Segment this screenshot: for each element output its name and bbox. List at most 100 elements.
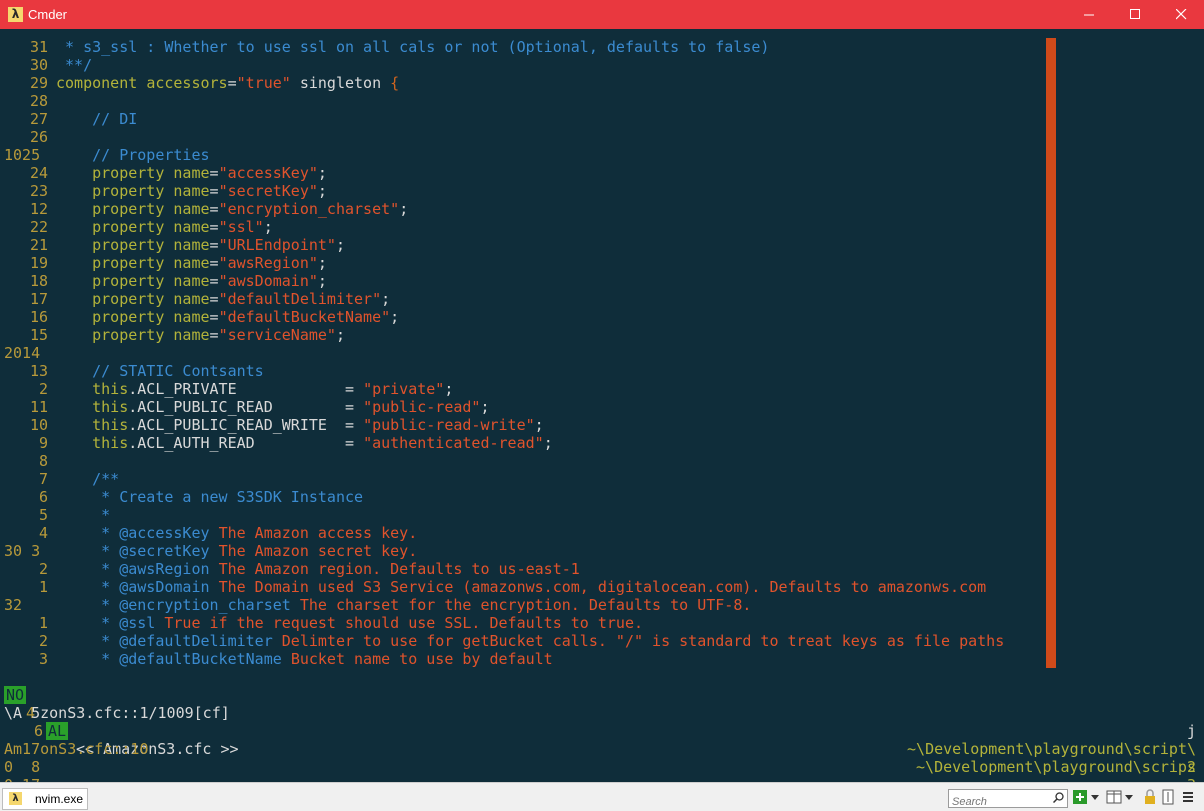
minimize-button[interactable] (1066, 0, 1112, 29)
status-line: NO 4 AL << AmazonS3.cfc >> ~\Development… (0, 668, 1204, 776)
line-number: 13 (29, 362, 48, 380)
code-line: 5 * (0, 506, 1204, 524)
line-number: 29 (29, 74, 48, 92)
line-number: 12 (29, 200, 48, 218)
code-line: 15 property name="serviceName"; (0, 326, 1204, 344)
code-text: * @defaultBucketName Bucket name to use … (56, 650, 553, 668)
code-text: property name="URLEndpoint"; (56, 236, 345, 254)
code-line: 2 * @defaultDelimiter Delimter to use fo… (0, 632, 1204, 650)
search-icon[interactable] (1053, 792, 1064, 803)
code-text: this.ACL_PRIVATE = "private"; (56, 380, 454, 398)
line-number: 1025 (4, 146, 41, 164)
code-text: /** (56, 470, 120, 488)
code-text: * @encryption_charset The charset for th… (56, 596, 752, 614)
scrollbar[interactable] (1046, 38, 1056, 668)
line-number: 31 (29, 38, 48, 56)
code-line: 17 property name="defaultDelimiter"; (0, 290, 1204, 308)
code-line: 19 property name="awsRegion"; (0, 254, 1204, 272)
line-number: 9 (38, 434, 48, 452)
code-text: component accessors="true" singleton { (56, 74, 400, 92)
code-line: 18 property name="awsDomain"; (0, 272, 1204, 290)
maximize-button[interactable] (1112, 0, 1158, 29)
code-line: 7 /** (0, 470, 1204, 488)
line-number: 30 (29, 56, 48, 74)
line-number: 7 (38, 470, 48, 488)
code-text: property name="encryption_charset"; (56, 200, 409, 218)
cmder-lambda-icon: λ (8, 7, 23, 22)
line-number: 2014 (4, 344, 41, 362)
code-line: 11 this.ACL_PUBLIC_READ = "public-read"; (0, 398, 1204, 416)
code-text: * @awsDomain The Domain used S3 Service … (56, 578, 987, 596)
status-line-3: 6 ~\Development\playground\script\ (0, 704, 1204, 758)
code-text: property name="ssl"; (56, 218, 273, 236)
line-number: 2 (38, 560, 48, 578)
search-box (948, 789, 1068, 810)
chevron-down-icon[interactable] (1090, 789, 1100, 805)
code-line: 2 this.ACL_PRIVATE = "private"; (0, 380, 1204, 398)
status-line-2: \A 5zonS3.cfc::1/1009[cf] j (0, 686, 1204, 740)
console-tab[interactable]: λ nvim.exe (2, 788, 88, 810)
split-view-icon[interactable] (1106, 789, 1122, 805)
line-number: 27 (29, 110, 48, 128)
line-number: 3 (38, 650, 48, 668)
line-number: 5 (38, 506, 48, 524)
console-tab-bar: λ nvim.exe (0, 782, 1204, 811)
code-text: property name="defaultDelimiter"; (56, 290, 391, 308)
search-input[interactable] (949, 794, 1048, 810)
code-line: 13 // STATIC Contsants (0, 362, 1204, 380)
line-number: 30 3 (4, 542, 41, 560)
code-line: 30 3 * @secretKey The Amazon secret key. (0, 542, 1204, 560)
line-number: 15 (29, 326, 48, 344)
code-text: property name="serviceName"; (56, 326, 345, 344)
code-text: this.ACL_PUBLIC_READ_WRITE = "public-rea… (56, 416, 544, 434)
code-text: property name="awsRegion"; (56, 254, 327, 272)
line-number: 6 (38, 488, 48, 506)
code-line: 12 property name="encryption_charset"; (0, 200, 1204, 218)
code-text: * Create a new S3SDK Instance (56, 488, 364, 506)
code-line: 23 property name="secretKey"; (0, 182, 1204, 200)
code-text: // STATIC Contsants (56, 362, 264, 380)
code-text: this.ACL_AUTH_READ = "authenticated-read… (56, 434, 553, 452)
code-text: property name="accessKey"; (56, 164, 327, 182)
line-number: 21 (29, 236, 48, 254)
code-line: 26 (0, 128, 1204, 146)
scroll-icon[interactable] (1160, 789, 1176, 805)
line-number: 26 (29, 128, 48, 146)
code-line: 16 property name="defaultBucketName"; (0, 308, 1204, 326)
status-line-5: 0 8 3 (0, 740, 1204, 794)
line-number: 2 (38, 632, 48, 650)
lock-icon[interactable] (1142, 789, 1158, 805)
code-text: * s3_ssl : Whether to use ssl on all cal… (56, 38, 770, 56)
menu-icon[interactable] (1180, 789, 1196, 805)
code-line: 1 * @ssl True if the request should use … (0, 614, 1204, 632)
code-text: this.ACL_PUBLIC_READ = "public-read"; (56, 398, 490, 416)
code-text: // DI (56, 110, 138, 128)
line-number: 1 (38, 578, 48, 596)
code-text: property name="awsDomain"; (56, 272, 327, 290)
line-number: 1 (38, 614, 48, 632)
close-icon (1176, 9, 1187, 20)
line-number: 17 (29, 290, 48, 308)
close-button[interactable] (1158, 0, 1204, 29)
line-number: 4 (38, 524, 48, 542)
code-line: 6 * Create a new S3SDK Instance (0, 488, 1204, 506)
maximize-icon (1130, 9, 1140, 19)
code-line: 24 property name="accessKey"; (0, 164, 1204, 182)
line-number: 16 (29, 308, 48, 326)
cmder-lambda-icon: λ (9, 792, 22, 805)
chevron-down-icon[interactable] (1124, 789, 1134, 805)
code-line: 21 property name="URLEndpoint"; (0, 236, 1204, 254)
new-console-icon[interactable] (1072, 789, 1088, 805)
code-line: 3 * @defaultBucketName Bucket name to us… (0, 650, 1204, 668)
line-number: 18 (29, 272, 48, 290)
code-line: 28 (0, 92, 1204, 110)
line-number: 22 (29, 218, 48, 236)
minimize-icon (1084, 14, 1094, 16)
code-text: **/ (56, 56, 93, 74)
code-text: * @defaultDelimiter Delimter to use for … (56, 632, 1005, 650)
code-text: * (56, 506, 111, 524)
code-line: 10 this.ACL_PUBLIC_READ_WRITE = "public-… (0, 416, 1204, 434)
console-tab-label: nvim.exe (35, 792, 84, 806)
code-line: 2 * @awsRegion The Amazon region. Defaul… (0, 560, 1204, 578)
title-bar: λ Cmder (0, 0, 1204, 29)
